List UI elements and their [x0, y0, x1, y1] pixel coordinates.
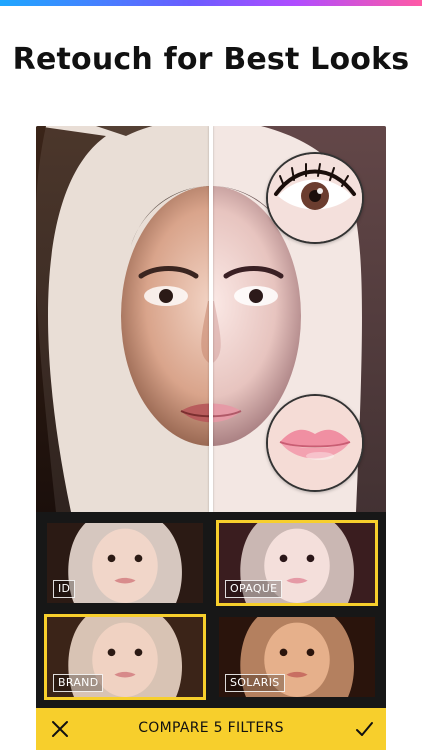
eye-detail [268, 154, 362, 242]
filter-tile-id[interactable]: ID [44, 520, 206, 606]
portrait-before [36, 126, 211, 512]
compare-filters-title: COMPARE 5 FILTERS [138, 720, 284, 736]
lips-zoom-loupe [266, 394, 364, 492]
filters-grid: ID OPAQUE BRAND SOLARIS [36, 512, 386, 708]
before-image [36, 126, 211, 512]
filter-tile-brand[interactable]: BRAND [44, 614, 206, 700]
page-title: Retouch for Best Looks [12, 42, 410, 77]
filter-label: SOLARIS [225, 674, 285, 692]
bottom-action-bar: COMPARE 5 FILTERS [36, 708, 386, 750]
compare-divider-handle[interactable] [209, 126, 213, 512]
check-icon[interactable] [352, 717, 376, 741]
app-preview: ID OPAQUE BRAND SOLARIS COMPARE 5 FILTER… [36, 126, 386, 750]
filter-tile-solaris[interactable]: SOLARIS [216, 614, 378, 700]
filter-tile-opaque[interactable]: OPAQUE [216, 520, 378, 606]
filter-label: OPAQUE [225, 580, 283, 598]
before-after-compare[interactable] [36, 126, 386, 512]
filter-label: BRAND [53, 674, 104, 692]
filter-label: ID [53, 580, 76, 598]
eye-zoom-loupe [266, 152, 364, 244]
lips-detail [268, 396, 362, 490]
top-gradient-bar [0, 0, 422, 6]
